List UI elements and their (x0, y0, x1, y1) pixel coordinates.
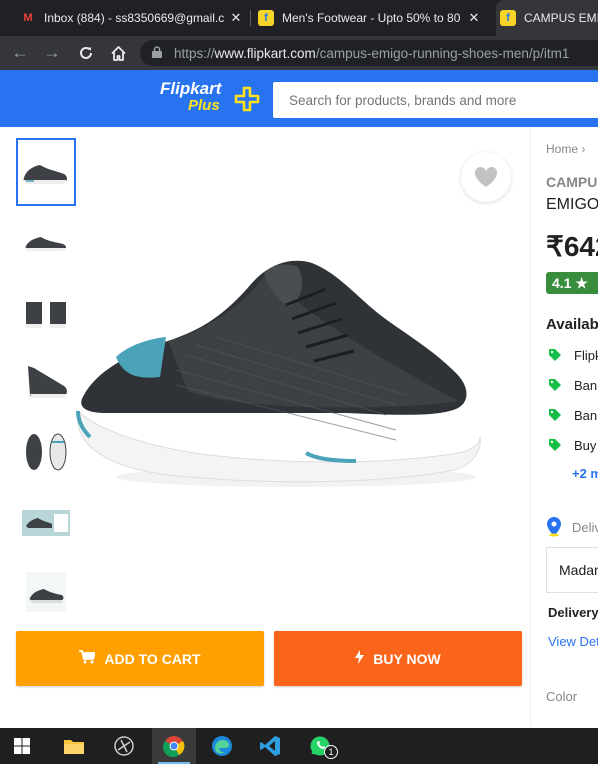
delivery-section-label: Deliver to (546, 517, 598, 537)
taskbar: 1 (0, 728, 598, 764)
thumbnail-1[interactable] (16, 138, 76, 206)
offer-item: Flipkart (548, 347, 598, 363)
offers-heading: Available offers (546, 316, 598, 333)
browser-toolbar: ← → https://www.flipkart.com/campus-emig… (0, 36, 598, 70)
buy-now-button[interactable]: BUY NOW (274, 631, 522, 686)
wishlist-heart-icon[interactable] (461, 152, 511, 202)
shoe-thumbnail-image (23, 165, 68, 184)
buy-now-label: BUY NOW (373, 650, 441, 667)
view-details-link[interactable]: View Details (548, 634, 598, 649)
flipkart-logo[interactable]: Flipkart Plus (160, 80, 221, 113)
lightning-icon (355, 649, 365, 668)
thumbnail-7[interactable] (16, 558, 76, 626)
delivery-date: Delivery by (548, 605, 598, 620)
offer-item: Bank (548, 377, 598, 393)
product-image (76, 260, 481, 487)
chrome-icon[interactable] (152, 728, 196, 764)
flipkart-icon: f (500, 10, 516, 26)
gmail-icon: M (23, 12, 33, 24)
add-to-cart-button[interactable]: ADD TO CART (16, 631, 264, 686)
delivery-label-text: Deliver to (572, 519, 598, 535)
offer-text: Bank (574, 407, 598, 423)
forward-arrow-icon[interactable]: → (40, 41, 64, 65)
browser-tab-strip: M Inbox (884) - ss8350669@gmail.com ✕ f … (0, 0, 598, 36)
thumbnail-4[interactable] (16, 348, 76, 416)
tab-campus-emigo[interactable]: f CAMPUS EMIGO (496, 0, 598, 36)
reload-icon[interactable] (74, 41, 98, 65)
offer-tag-icon (549, 379, 561, 391)
shoe-thumbnail-image (26, 433, 67, 471)
thumbnail-2[interactable] (16, 208, 76, 276)
address-bar[interactable]: https://www.flipkart.com/campus-emigo-ru… (140, 40, 598, 66)
location-pin-icon (547, 517, 561, 537)
color-label: Color (546, 689, 578, 704)
offer-tag-icon (549, 349, 561, 361)
thumbnail-3[interactable] (16, 278, 76, 346)
file-explorer-icon[interactable] (52, 728, 96, 764)
product-price: ₹642 (546, 231, 598, 262)
rating-badge[interactable]: 4.1 ★ (546, 272, 598, 294)
star-icon: ★ (575, 274, 588, 291)
product-title: EMIGO (546, 196, 598, 213)
thumbnail-6[interactable] (16, 488, 76, 556)
url-path: /campus-emigo-running-shoes-men/p/itm1 (315, 45, 570, 61)
rating-value: 4.1 (552, 275, 572, 291)
tab-title: Inbox (884) - ss8350669@gmail.com (44, 11, 224, 25)
flipkart-icon: f (258, 10, 274, 26)
edge-icon[interactable] (200, 728, 244, 764)
offer-text: Bank (574, 377, 598, 393)
tab-title: CAMPUS EMIGO (524, 11, 598, 25)
breadcrumb-home[interactable]: Home (546, 142, 578, 156)
home-icon[interactable] (106, 41, 130, 65)
more-offers-link[interactable]: +2 more (572, 466, 598, 481)
lock-icon (152, 45, 166, 61)
product-details: Home › CAMPUS EMIGO ₹642 4.1 ★ Available… (530, 127, 598, 727)
shoe-thumbnail-image (22, 510, 70, 536)
site-header: Flipkart Plus Search for products, brand… (0, 70, 598, 127)
brand-name[interactable]: CAMPUS (546, 174, 598, 190)
offer-text: Flipkart (574, 347, 598, 363)
url-host: www.flipkart.com (214, 45, 316, 61)
thumbnail-5[interactable] (16, 418, 76, 486)
logo-text: Flipkart (160, 79, 222, 98)
shoe-thumbnail-image (26, 302, 66, 328)
shoe-thumbnail-image (25, 237, 67, 251)
start-icon[interactable] (0, 728, 44, 764)
breadcrumb[interactable]: Home › (546, 142, 585, 156)
offer-text: Buy (574, 437, 597, 453)
add-to-cart-label: ADD TO CART (104, 650, 201, 667)
close-icon[interactable]: ✕ (466, 10, 482, 26)
offer-item: Buy (548, 437, 596, 453)
offer-tag-icon (549, 439, 561, 451)
vscode-icon[interactable] (248, 728, 292, 764)
pincode-input[interactable]: Madara (546, 547, 598, 593)
offer-item: Bank (548, 407, 598, 423)
tab-mens-footwear[interactable]: f Men's Footwear - Upto 50% to 80% Off ✕ (258, 0, 482, 36)
shoe-thumbnail-image (28, 366, 67, 398)
tab-title: Men's Footwear - Upto 50% to 80% Off (282, 11, 460, 25)
tab-separator (250, 10, 251, 26)
app-icon[interactable] (102, 728, 146, 764)
back-arrow-icon[interactable]: ← (8, 41, 32, 65)
search-input[interactable]: Search for products, brands and more (273, 82, 598, 118)
tab-gmail[interactable]: M Inbox (884) - ss8350669@gmail.com ✕ (20, 0, 244, 36)
plus-icon (234, 86, 260, 112)
logo-sub: Plus (188, 97, 220, 114)
offer-tag-icon (549, 409, 561, 421)
close-icon[interactable]: ✕ (228, 10, 244, 26)
whatsapp-icon[interactable]: 1 (298, 728, 342, 764)
notification-badge: 1 (324, 745, 338, 759)
cart-icon (79, 649, 97, 668)
url-scheme: https:// (174, 45, 215, 61)
chevron-right-icon: › (581, 142, 586, 156)
shoe-thumbnail-image (26, 572, 66, 612)
